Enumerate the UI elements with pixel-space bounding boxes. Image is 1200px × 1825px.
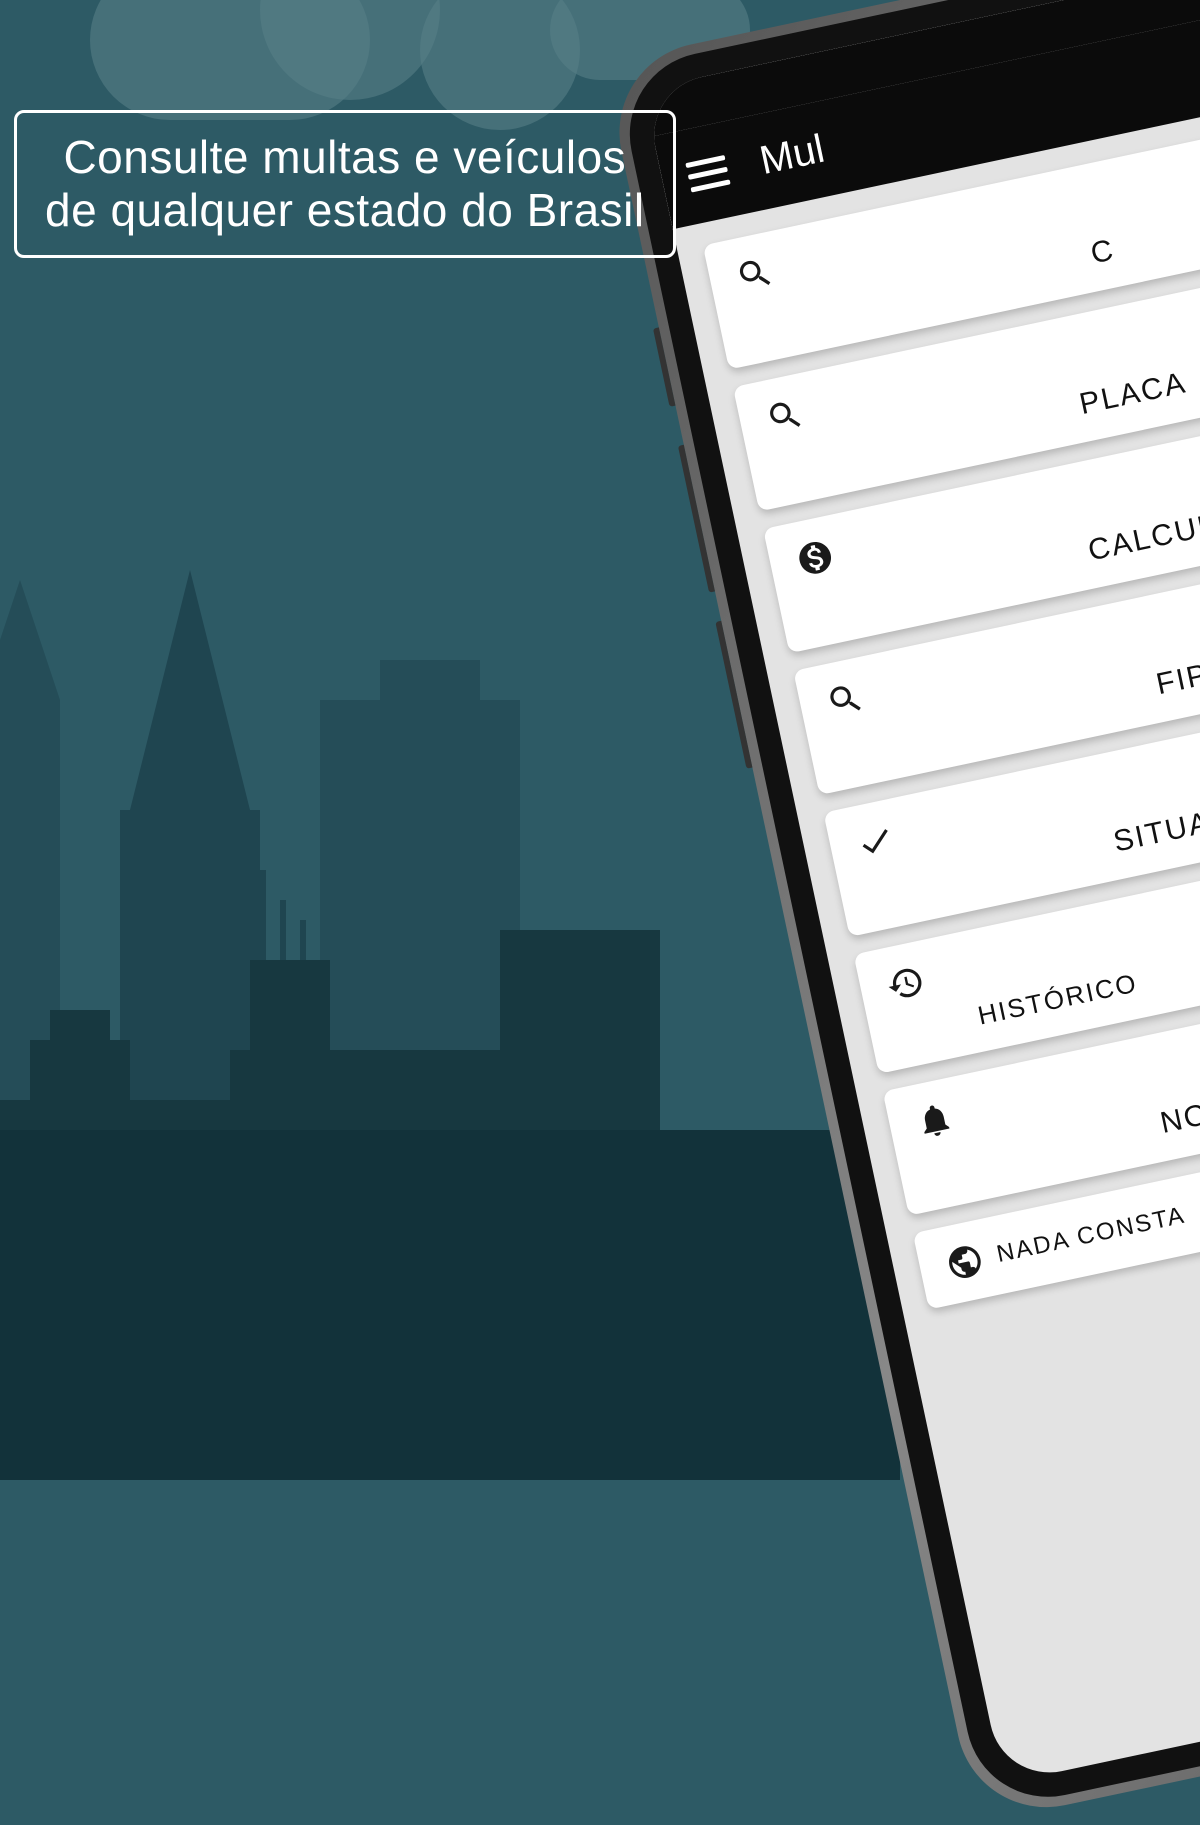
globe-icon xyxy=(942,1240,987,1285)
menu-icon[interactable] xyxy=(685,154,730,192)
card-label: NADA CONSTA xyxy=(994,1202,1188,1269)
history-icon xyxy=(883,961,928,1006)
search-icon xyxy=(732,252,777,297)
headline-line2: de qualquer estado do Brasil xyxy=(45,184,645,236)
headline-callout: Consulte multas e veículos de qualquer e… xyxy=(14,110,676,258)
check-icon xyxy=(853,819,898,864)
search-icon xyxy=(823,677,868,722)
bell-icon xyxy=(912,1098,957,1143)
dollar-icon xyxy=(793,535,838,580)
app-title: Mul xyxy=(756,127,828,184)
headline-line1: Consulte multas e veículos xyxy=(63,131,626,183)
search-icon xyxy=(763,393,808,438)
